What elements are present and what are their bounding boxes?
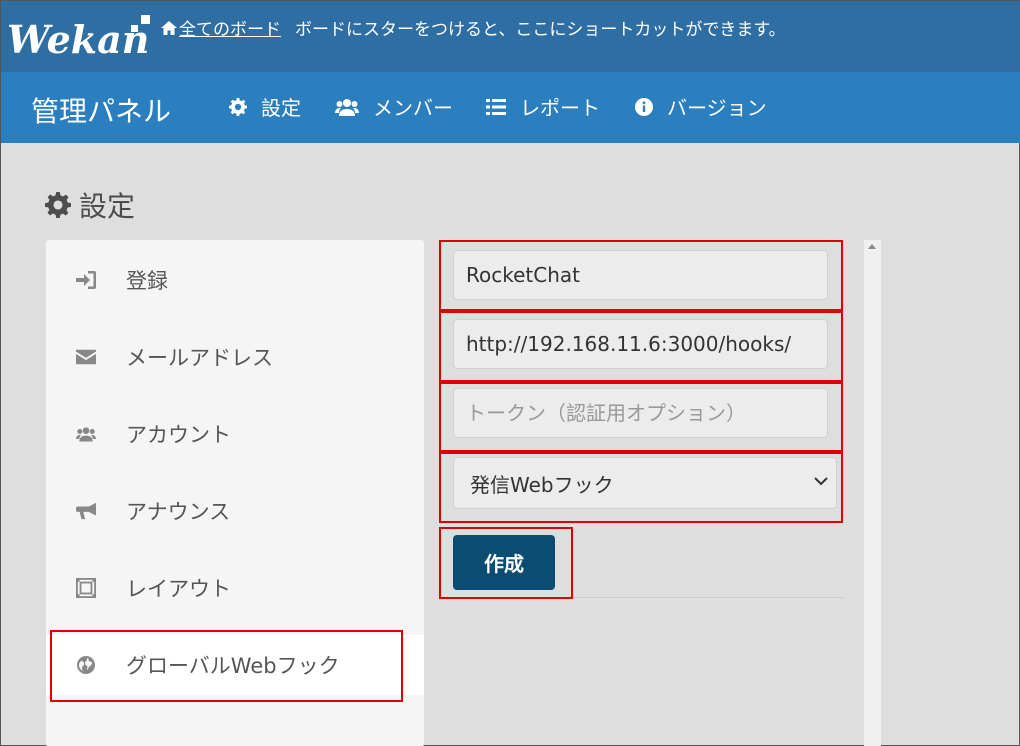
nav-version-label: バージョン (667, 96, 767, 120)
sidebar-item-label: レイアウト (126, 577, 231, 601)
info-icon (635, 97, 653, 116)
nav-settings[interactable]: 設定 (229, 92, 301, 121)
sidebar-item-label: アカウント (126, 423, 231, 447)
webhook-form: 発信Webフック 作成 (438, 240, 868, 746)
webhook-token-input[interactable] (453, 388, 828, 438)
top-bar: Wekan 全てのボード ボードにスターをつけると、ここにショートカットができま… (1, 1, 1020, 72)
sidebar-item-global-webhooks[interactable]: グローバルWebフック (46, 635, 424, 695)
envelope-icon (76, 347, 96, 367)
list-icon (486, 98, 506, 115)
sidebar-item-label: アナウンス (126, 500, 231, 524)
sidebar-item-registration[interactable]: 登録 (46, 250, 424, 310)
sign-in-icon (76, 270, 96, 290)
nav-members-label: メンバー (373, 96, 453, 120)
webhook-type-selected: 発信Webフック (470, 472, 614, 497)
users-icon (335, 98, 359, 116)
page-title-text: 設定 (79, 190, 136, 223)
header-message: 全てのボード ボードにスターをつけると、ここにショートカットができます。 (161, 15, 786, 40)
sidebar-item-email[interactable]: メールアドレス (46, 327, 424, 387)
sidebar-item-label: グローバルWebフック (126, 654, 340, 678)
webhook-url-input[interactable] (453, 319, 828, 369)
nav-settings-label: 設定 (261, 96, 301, 120)
page-title: 設定 (45, 185, 135, 225)
create-button[interactable]: 作成 (453, 535, 555, 590)
webhook-type-select[interactable]: 発信Webフック (453, 457, 837, 509)
sidebar-item-accounts[interactable]: アカウント (46, 404, 424, 464)
content-scrollbar[interactable] (864, 240, 881, 746)
sidebar-item-label: 登録 (126, 269, 168, 293)
star-message: ボードにスターをつけると、ここにショートカットができます。 (295, 20, 786, 40)
gear-icon (45, 192, 71, 218)
chevron-down-icon (814, 477, 828, 486)
bullhorn-icon (76, 501, 96, 521)
home-icon[interactable] (161, 20, 177, 35)
all-boards-link[interactable]: 全てのボード (179, 15, 281, 40)
scroll-up-arrow-icon[interactable] (868, 244, 876, 249)
sidebar-item-label: メールアドレス (126, 346, 273, 370)
admin-panel-title: 管理パネル (31, 95, 172, 128)
nav-reports[interactable]: レポート (486, 92, 600, 121)
nav-reports-label: レポート (520, 96, 600, 120)
settings-sidebar: 登録 メールアドレス アカウント アナウンス レイアウト グローバルWebフック (46, 240, 424, 746)
divider (441, 597, 844, 598)
logo-text: Wekan (7, 17, 149, 62)
globe-icon (76, 655, 96, 675)
gear-icon (229, 97, 247, 116)
sidebar-item-announcement[interactable]: アナウンス (46, 481, 424, 541)
admin-navbar: 管理パネル 設定 メンバー レポート バージョン (1, 72, 1020, 143)
nav-version[interactable]: バージョン (635, 92, 767, 121)
nav-members[interactable]: メンバー (335, 92, 453, 121)
wekan-logo[interactable]: Wekan (5, 11, 155, 63)
users-icon (76, 424, 96, 444)
layout-icon (76, 578, 96, 598)
webhook-title-input[interactable] (453, 250, 828, 300)
sidebar-item-layout[interactable]: レイアウト (46, 558, 424, 618)
